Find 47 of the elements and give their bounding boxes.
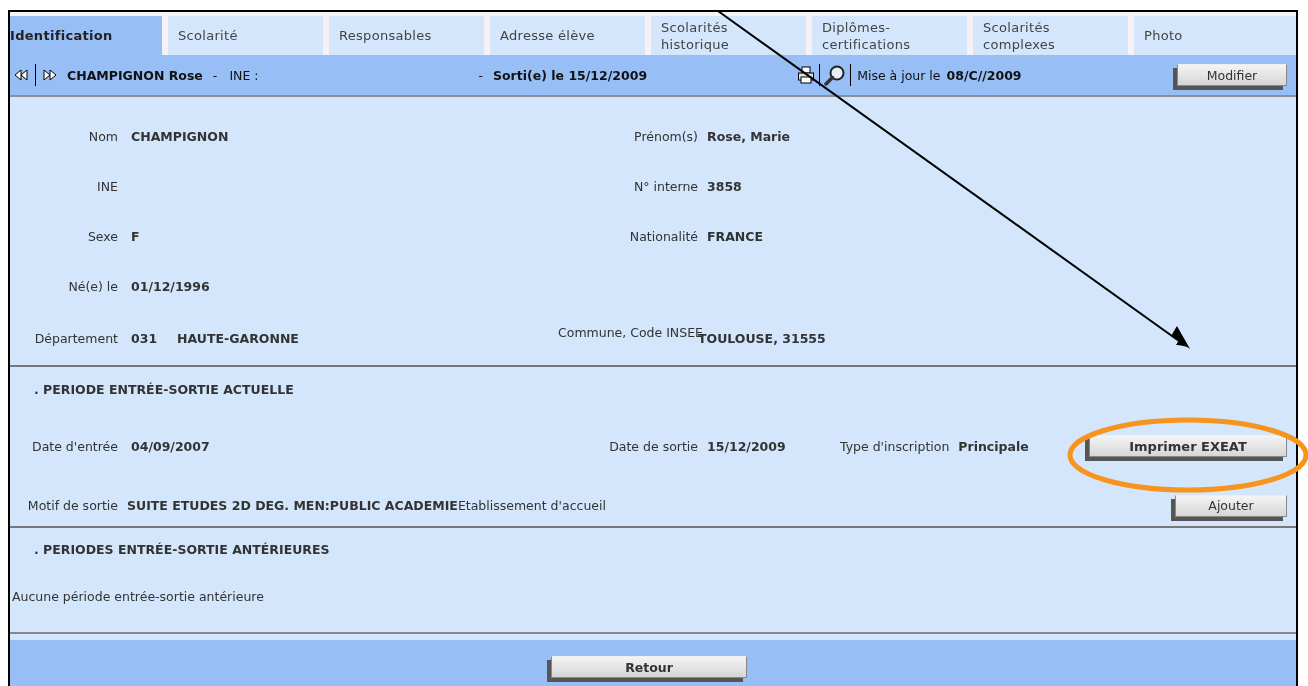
tab[interactable]: Scolarité — [168, 16, 323, 55]
field-value: 04/09/2007 — [131, 438, 211, 454]
field-label: INE — [96, 178, 118, 194]
update-label: Mise à jour le — [857, 67, 941, 83]
tab[interactable]: Adresse élève — [490, 16, 645, 55]
field-label: Type d'inscription — [840, 438, 950, 454]
field-value: 3858 — [707, 178, 742, 194]
field-value: F — [131, 228, 140, 244]
field-label: Nom — [87, 128, 118, 144]
field-value: HAUTE-GARONNE — [177, 330, 299, 346]
field-label: Né(e) le — [67, 278, 118, 294]
last-record-icon[interactable] — [43, 68, 57, 82]
ine-label: INE : — [229, 67, 259, 83]
field-label: Nationalité — [628, 228, 698, 244]
field-value: Principale — [958, 438, 1029, 454]
tab[interactable]: Scolarités complexes — [973, 16, 1128, 55]
field-label: N° interne — [632, 178, 698, 194]
tab[interactable]: Diplômes- certifications — [812, 16, 967, 55]
field-value: 01/12/1996 — [131, 278, 210, 294]
field-value: 031 — [131, 330, 158, 346]
field-label: Département — [33, 330, 118, 346]
separator-text: - — [478, 67, 483, 83]
student-name: CHAMPIGNON Rose — [67, 67, 203, 83]
empty-message: Aucune période entrée-sortie antérieure — [11, 588, 265, 604]
tab[interactable]: Responsables — [329, 16, 484, 55]
tab[interactable]: Photo — [1134, 16, 1296, 55]
field-value: FRANCE — [707, 228, 763, 244]
exit-date: Sorti(e) le 15/12/2009 — [493, 67, 648, 83]
tab[interactable]: Scolarités historique — [651, 16, 806, 55]
search-icon[interactable] — [824, 64, 847, 86]
field-label: Date de sortie — [608, 438, 698, 454]
print-icon[interactable] — [797, 66, 816, 84]
field-label: Sexe — [86, 228, 118, 244]
field-label: Etablissement d'accueil — [457, 498, 606, 513]
field-label: Motif de sortie — [26, 498, 118, 513]
field-label: Date d'entrée — [31, 438, 118, 454]
first-record-icon[interactable] — [14, 68, 28, 82]
field-value: SUITE ETUDES 2D DEG. MEN:PUBLIC ACADEMIE — [127, 498, 458, 513]
field-value: Rose, Marie — [707, 128, 791, 144]
field-label: Prénom(s) — [633, 128, 698, 144]
section-title: . PERIODES ENTRÉE-SORTIE ANTÉRIEURES — [33, 541, 331, 559]
tab[interactable]: Identification — [10, 16, 162, 55]
field-value: CHAMPIGNON — [131, 128, 229, 144]
separator-text: - — [212, 67, 218, 83]
field-value: 15/12/2009 — [707, 438, 787, 454]
section-title: . PERIODE ENTRÉE-SORTIE ACTUELLE — [33, 381, 295, 399]
update-date: 08/C//2009 — [946, 67, 1022, 83]
